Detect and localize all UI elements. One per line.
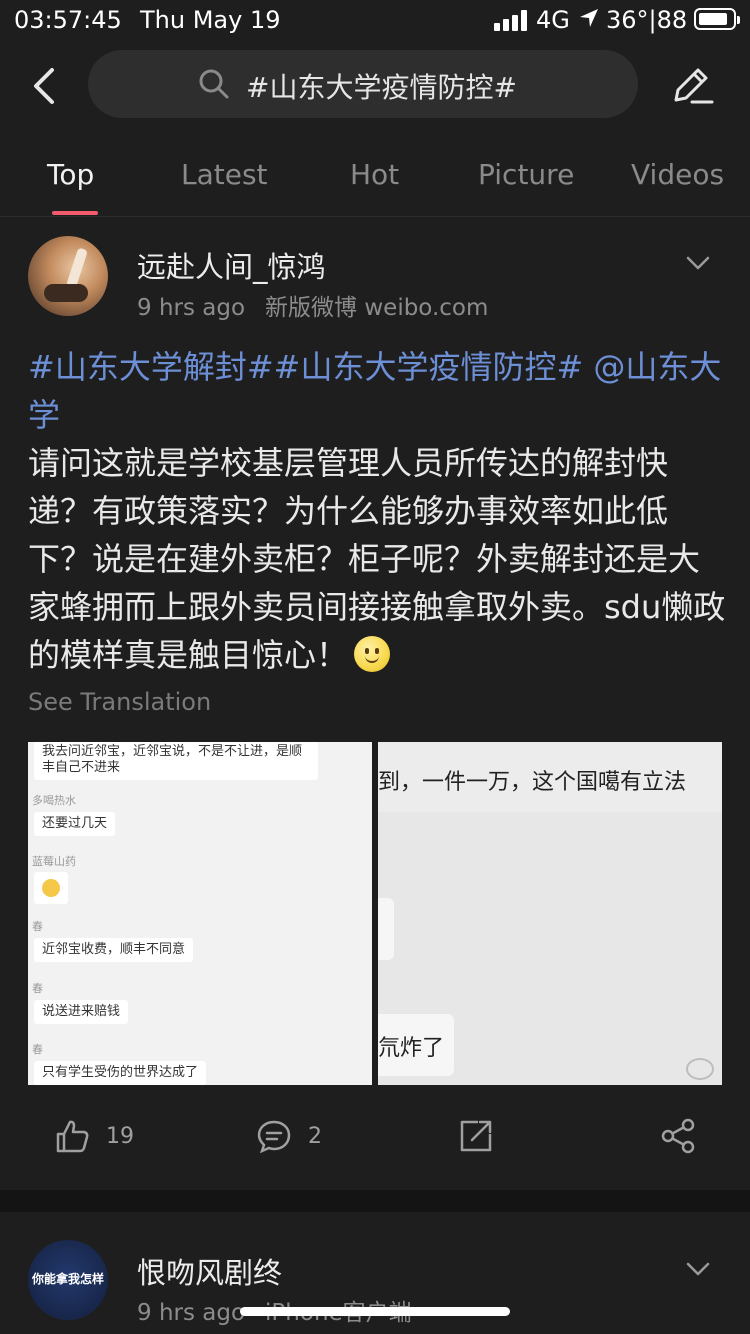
chat-bubble: 近邻宝收费，顺丰不同意 (34, 938, 194, 962)
post-meta: 9 hrs ago 新版微博 weibo.com (137, 288, 488, 322)
chat-bubble: 我去问近邻宝，近邻宝说，不是不让进，是顺丰自己不进来 (34, 742, 318, 780)
like-button[interactable]: 19 (54, 1118, 134, 1158)
chat-bubble: 只有学生受伤的世界达成了 (34, 1061, 207, 1085)
network-type: 4G (536, 6, 570, 34)
post-time: 9 hrs ago (137, 295, 246, 321)
post-source: 新版微博 weibo.com (265, 295, 489, 321)
post-actions: 19 2 (0, 1106, 750, 1168)
share-button[interactable] (660, 1118, 696, 1158)
signal-icon (494, 9, 528, 31)
post-time: 9 hrs ago (137, 1300, 246, 1326)
like-count: 19 (106, 1124, 134, 1149)
repost-icon (460, 1120, 492, 1152)
post-content: #山东大学解封##山东大学疫情防控# @山东大学 请问这就是学校基层管理人员所传… (28, 343, 728, 679)
post-username[interactable]: 恨吻风剧终 (137, 1250, 282, 1292)
comment-button[interactable]: 2 (256, 1118, 322, 1158)
chevron-down-icon[interactable] (686, 254, 710, 272)
chat-nickname: 春 (32, 982, 43, 995)
status-date: Thu May 19 (140, 6, 281, 34)
search-query[interactable]: #山东大学疫情防控# (246, 66, 517, 106)
chat-nickname: 多喝热水 (32, 794, 76, 807)
post-separator (0, 1190, 750, 1212)
chat-bubble-emoji (34, 872, 68, 904)
active-tab-indicator (52, 211, 98, 215)
chat-nickname: 蓝莓山药 (32, 855, 76, 868)
tab-hot[interactable]: Hot (350, 158, 399, 191)
compose-pencil-icon[interactable] (668, 62, 714, 108)
tab-picture[interactable]: Picture (478, 158, 574, 191)
tab-latest[interactable]: Latest (181, 158, 268, 191)
status-time: 03:57:45 (14, 6, 122, 34)
see-translation-link[interactable]: See Translation (28, 688, 211, 716)
thumbs-up-icon (56, 1120, 89, 1153)
chevron-down-icon[interactable] (686, 1260, 710, 1278)
flushed-emoji-icon (42, 879, 60, 897)
comment-count: 2 (308, 1124, 322, 1149)
post-image-1[interactable]: 我去问近邻宝，近邻宝说，不是不让进，是顺丰自己不进来 多喝热水 还要过几天 蓝莓… (28, 742, 372, 1085)
avatar[interactable] (28, 236, 108, 316)
tab-videos[interactable]: Videos (631, 158, 724, 191)
weibo-watermark-icon (686, 1058, 714, 1080)
avatar[interactable]: 你能拿我怎样 (28, 1240, 108, 1320)
image-text: 到，一件一万，这个国噶有立法 (378, 770, 687, 795)
post-hashtags[interactable]: #山东大学解封##山东大学疫情防控# @山东大学 (28, 348, 721, 434)
chat-nickname: 春 (32, 920, 43, 933)
smile-emoji-icon (354, 636, 391, 672)
chat-bubble: 还要过几天 (34, 812, 116, 836)
post-image-2[interactable]: 到，一件一万，这个国噶有立法 氘炸了 (378, 742, 722, 1085)
tab-top[interactable]: Top (47, 158, 94, 191)
post-username[interactable]: 远赴人间_惊鸿 (137, 244, 326, 286)
chat-bubble: 说送进来赔钱 (34, 1000, 129, 1024)
home-indicator[interactable] (240, 1307, 510, 1316)
search-bar[interactable]: #山东大学疫情防控# (88, 50, 638, 118)
avatar-text: 你能拿我怎样 (31, 1272, 104, 1286)
search-icon (199, 69, 229, 99)
image-bubble (378, 898, 394, 960)
image-text-fragment: 氘炸了 (378, 1036, 445, 1061)
repost-button[interactable] (458, 1118, 494, 1158)
back-arrow-icon[interactable] (26, 64, 66, 108)
temperature-battery-text: 36°|88 (606, 6, 688, 34)
comment-icon (257, 1120, 291, 1154)
share-icon (661, 1118, 695, 1154)
chat-nickname: 春 (32, 1043, 43, 1056)
filter-tabs: Top Latest Hot Picture Videos (0, 140, 750, 217)
weibo-search-page: 03:57:45 Thu May 19 4G 36°|88 #山东大学疫情防控#… (0, 0, 750, 1334)
location-arrow-icon (580, 9, 598, 27)
battery-icon (694, 8, 740, 30)
status-bar: 03:57:45 Thu May 19 4G 36°|88 (0, 0, 750, 40)
